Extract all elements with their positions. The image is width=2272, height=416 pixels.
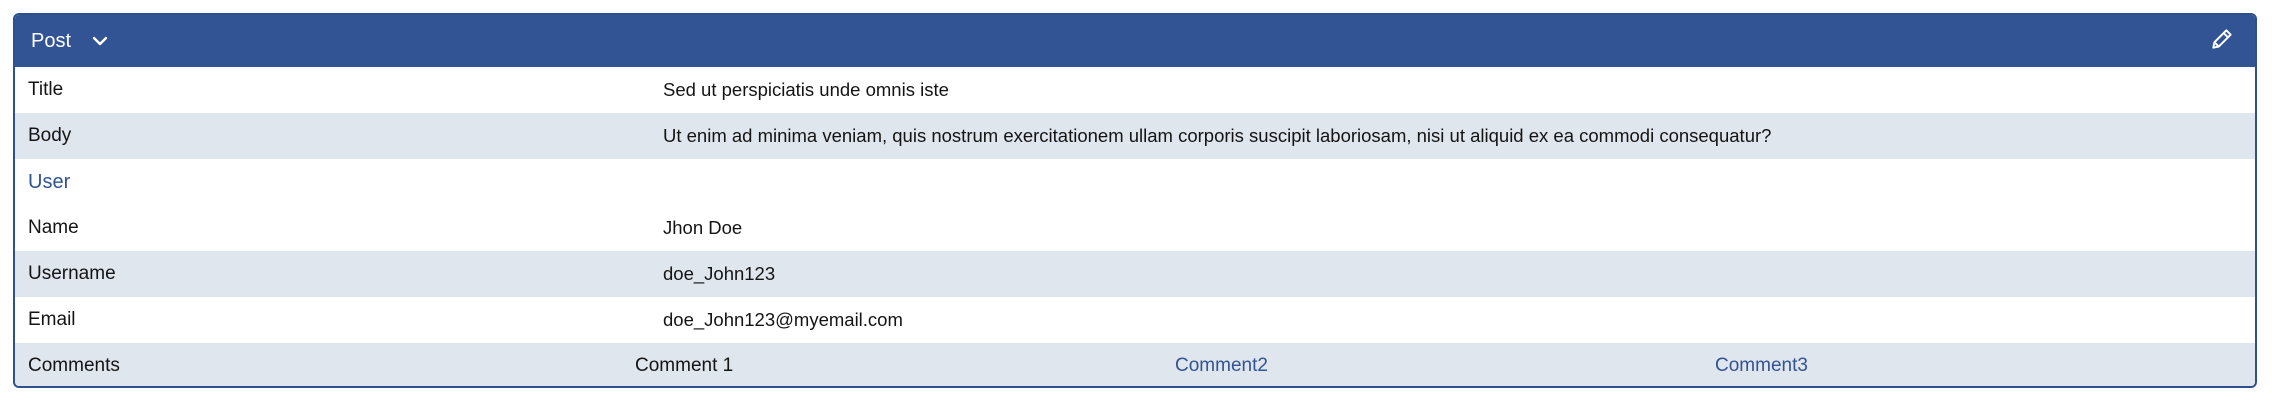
title-label: Title xyxy=(28,79,64,100)
comments-list: Comment 1 Comment2 Comment3 xyxy=(635,355,2255,377)
name-label: Name xyxy=(28,217,79,238)
header-title: Post xyxy=(31,30,72,52)
body-label: Body xyxy=(28,125,72,146)
username-label: Username xyxy=(28,263,116,284)
title-row: Title Sed ut perspiciatis unde omnis ist… xyxy=(15,67,2255,113)
name-value: Jhon Doe xyxy=(663,217,743,238)
post-card: Post Title Sed ut perspiciatis unde omni… xyxy=(13,13,2257,388)
username-row: Username doe_John123 xyxy=(15,251,2255,297)
title-value: Sed ut perspiciatis unde omnis iste xyxy=(663,79,949,100)
user-section-label: User xyxy=(28,170,71,193)
body-row: Body Ut enim ad minima veniam, quis nost… xyxy=(15,113,2255,159)
comment-item-1: Comment 1 xyxy=(635,355,734,376)
user-section-row: User xyxy=(15,159,2255,205)
comments-row: Comments Comment 1 Comment2 Comment3 xyxy=(15,343,2255,386)
card-header: Post xyxy=(15,15,2255,67)
email-label: Email xyxy=(28,309,76,330)
comments-label: Comments xyxy=(28,355,120,376)
post-dropdown-toggle[interactable]: Post xyxy=(31,30,111,52)
chevron-down-icon[interactable] xyxy=(89,30,111,52)
name-row: Name Jhon Doe xyxy=(15,205,2255,251)
comment-link-3[interactable]: Comment3 xyxy=(1715,355,2255,377)
edit-button[interactable] xyxy=(2205,24,2239,58)
comment-link-2[interactable]: Comment2 xyxy=(1175,355,1715,377)
email-row: Email doe_John123@myemail.com xyxy=(15,297,2255,343)
username-value: doe_John123 xyxy=(663,263,776,284)
body-value: Ut enim ad minima veniam, quis nostrum e… xyxy=(663,125,1772,146)
pencil-icon xyxy=(2209,26,2235,57)
email-value: doe_John123@myemail.com xyxy=(663,309,903,330)
